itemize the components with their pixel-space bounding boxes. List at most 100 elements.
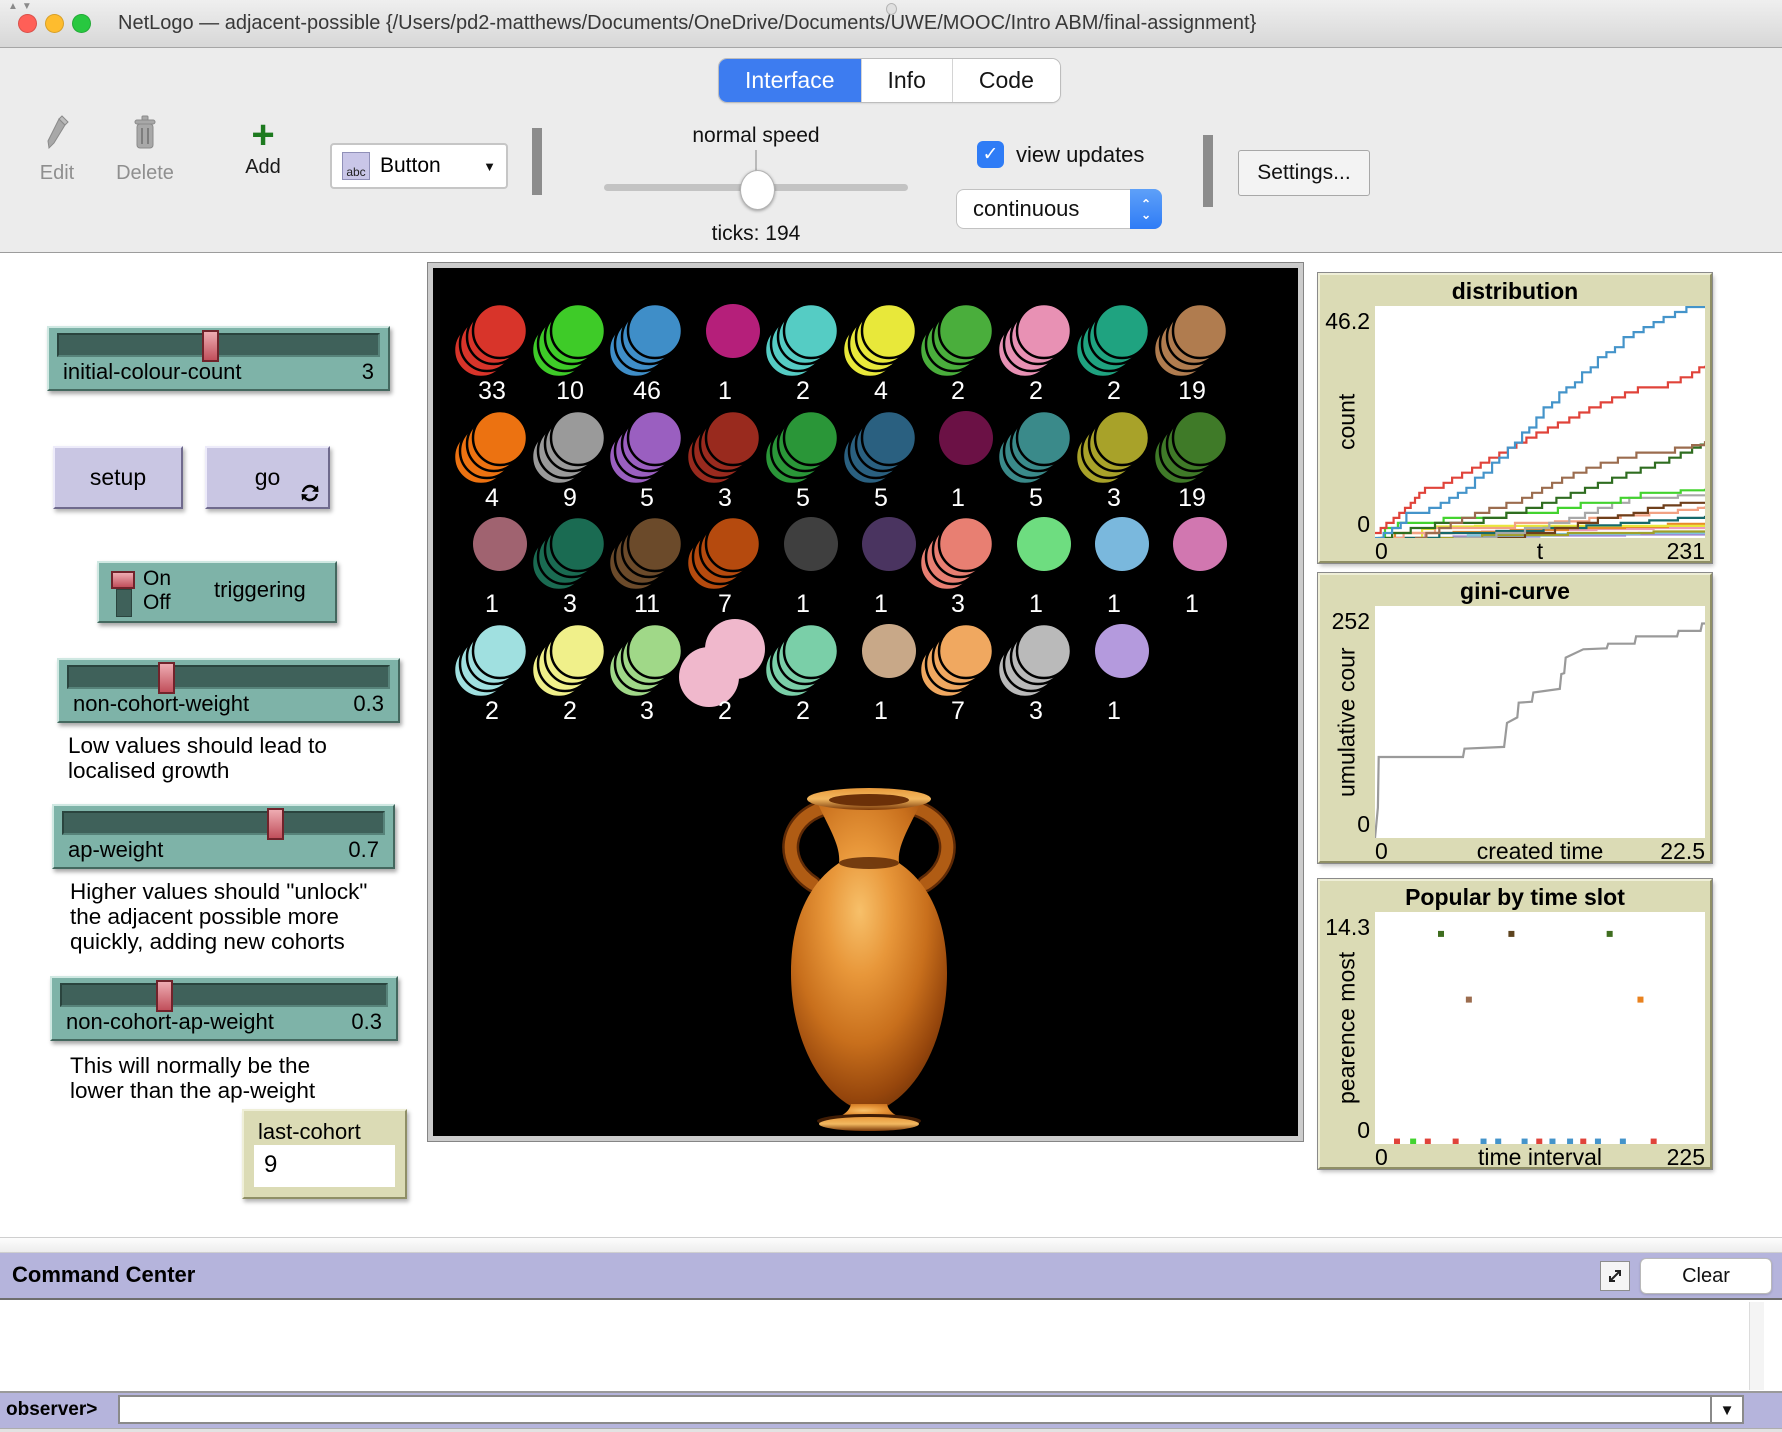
output-scrollbar[interactable] <box>1749 1302 1764 1390</box>
svg-text:1: 1 <box>1107 697 1121 725</box>
scatter-point <box>1508 931 1514 937</box>
slider-initial-colour-count[interactable]: initial-colour-count3 <box>47 326 390 391</box>
svg-text:5: 5 <box>874 484 888 512</box>
colour-token-stack: 1 <box>1173 517 1227 618</box>
splitter-grip[interactable] <box>886 3 897 15</box>
colour-token-stack: 5 <box>765 411 838 512</box>
svg-text:5: 5 <box>1029 484 1043 512</box>
x-axis-label: time interval <box>1375 1144 1705 1171</box>
note-non-cohort-weight: Low values should lead to localised grow… <box>68 733 327 783</box>
switch-triggering[interactable]: On Off triggering <box>97 561 337 623</box>
export-button[interactable] <box>1600 1261 1630 1291</box>
switch-knob[interactable] <box>111 571 135 589</box>
delete-button[interactable]: Delete <box>110 115 180 185</box>
tab-info[interactable]: Info <box>862 59 953 102</box>
update-mode-dropdown[interactable]: continuous ⌃⌃ <box>956 189 1162 229</box>
close-window-icon[interactable] <box>18 14 37 33</box>
amphora-right-handle <box>915 808 947 884</box>
go-button[interactable]: go <box>205 446 330 509</box>
speed-slider-tick <box>755 150 757 172</box>
plot-canvas <box>1375 606 1705 838</box>
plot-title: distribution <box>1320 278 1710 305</box>
x-axis-label: t <box>1375 538 1705 565</box>
slider-label: non-cohort-ap-weight <box>66 1009 274 1035</box>
window-title: NetLogo — adjacent-possible {/Users/pd2-… <box>118 0 1256 47</box>
svg-text:1: 1 <box>485 590 499 618</box>
colour-token-stack: 5 <box>609 411 682 512</box>
svg-text:1: 1 <box>796 590 810 618</box>
scatter-point <box>1466 997 1472 1003</box>
plot-popular-by-time-slot: Popular by time slot 14.3 0 pearence mos… <box>1318 879 1712 1169</box>
svg-text:10: 10 <box>556 377 584 405</box>
slider-ap-weight[interactable]: ap-weight0.7 <box>52 804 395 869</box>
slider-handle[interactable] <box>267 808 284 840</box>
colour-token-stack: 1 <box>1095 517 1149 618</box>
world-view[interactable]: 3310461242221949535515319131171131112232… <box>428 263 1303 1141</box>
delete-label: Delete <box>110 162 180 185</box>
plot-distribution: distribution 46.2 0 count 0 t 231 <box>1318 273 1712 563</box>
colour-token-stack: 2 <box>1076 304 1149 405</box>
interface-canvas: initial-colour-count3 setup go On Off tr… <box>0 252 1782 1238</box>
command-center-header: Command Center Clear <box>0 1253 1782 1300</box>
chevron-down-icon: ▼ <box>483 159 496 174</box>
slider-track <box>57 333 380 357</box>
colour-token-stack: 11 <box>609 517 682 618</box>
add-button[interactable]: + Add <box>228 118 298 179</box>
view-updates-checkbox[interactable]: ✓ <box>977 141 1004 168</box>
svg-text:1: 1 <box>874 590 888 618</box>
setup-button[interactable]: setup <box>53 446 183 509</box>
edit-button[interactable]: Edit <box>22 115 92 185</box>
colour-token-stack: 3 <box>920 517 993 618</box>
speed-label: normal speed <box>606 124 906 148</box>
colour-token-stack: 19 <box>1154 411 1227 512</box>
diagonal-arrows-icon <box>1606 1267 1624 1285</box>
amphora-graphic <box>791 788 948 1131</box>
update-mode-value: continuous <box>957 196 1131 222</box>
colour-token-stack: 3 <box>532 517 605 618</box>
widget-type-dropdown[interactable]: abc Button ▼ <box>330 143 508 189</box>
tab-code[interactable]: Code <box>953 59 1060 102</box>
colour-token-stack: 1 <box>862 624 916 725</box>
monitor-label: last-cohort <box>244 1111 405 1145</box>
colour-token-stack: 2 <box>765 304 838 405</box>
slider-non-cohort-ap-weight[interactable]: non-cohort-ap-weight0.3 <box>50 976 398 1041</box>
colour-token-stack: 46 <box>609 304 682 405</box>
zoom-window-icon[interactable] <box>72 14 91 33</box>
svg-text:1: 1 <box>951 484 965 512</box>
command-center-splitter[interactable] <box>0 1237 1782 1253</box>
slider-non-cohort-weight[interactable]: non-cohort-weight0.3 <box>57 658 400 723</box>
clear-button[interactable]: Clear <box>1640 1258 1772 1294</box>
colour-token-stack: 3 <box>609 624 682 725</box>
plot-title: Popular by time slot <box>1320 884 1710 911</box>
plot-canvas <box>1375 912 1705 1144</box>
colour-token-stack: 33 <box>454 304 527 405</box>
svg-text:3: 3 <box>718 484 732 512</box>
plot-gini-curve: gini-curve 252 0 umulative cour 0 create… <box>1318 573 1712 863</box>
slider-handle[interactable] <box>158 662 175 694</box>
stepper-icons: ⌃⌃ <box>1130 189 1162 229</box>
tab-interface[interactable]: Interface <box>719 59 862 102</box>
minimize-window-icon[interactable] <box>45 14 64 33</box>
speed-slider-knob[interactable] <box>740 170 775 210</box>
settings-button[interactable]: Settings... <box>1238 150 1370 196</box>
slider-value: 0.7 <box>348 837 379 863</box>
switch-on-label: On <box>143 567 171 591</box>
svg-text:33: 33 <box>478 377 506 405</box>
slider-handle[interactable] <box>202 330 219 362</box>
window-bottom-edge <box>0 1428 1782 1432</box>
colour-token-stack: 2 <box>679 619 765 725</box>
slider-track <box>60 983 388 1007</box>
history-dropdown-icon[interactable]: ▼ <box>1712 1395 1744 1424</box>
command-input[interactable] <box>118 1395 1712 1424</box>
slider-handle[interactable] <box>156 980 173 1012</box>
command-input-row: observer> ▼ <box>0 1393 1782 1428</box>
svg-text:19: 19 <box>1178 377 1206 405</box>
colour-token-stack: 9 <box>532 411 605 512</box>
y-axis-label: pearence most <box>1334 912 1360 1144</box>
command-center-output[interactable] <box>0 1300 1782 1393</box>
amphora-body <box>791 802 947 1106</box>
svg-text:4: 4 <box>485 484 499 512</box>
colour-token-stack: 10 <box>532 304 605 405</box>
splitter-arrows-icon[interactable]: ▲▼ <box>8 1 36 12</box>
widget-type-value: Button <box>380 154 473 178</box>
